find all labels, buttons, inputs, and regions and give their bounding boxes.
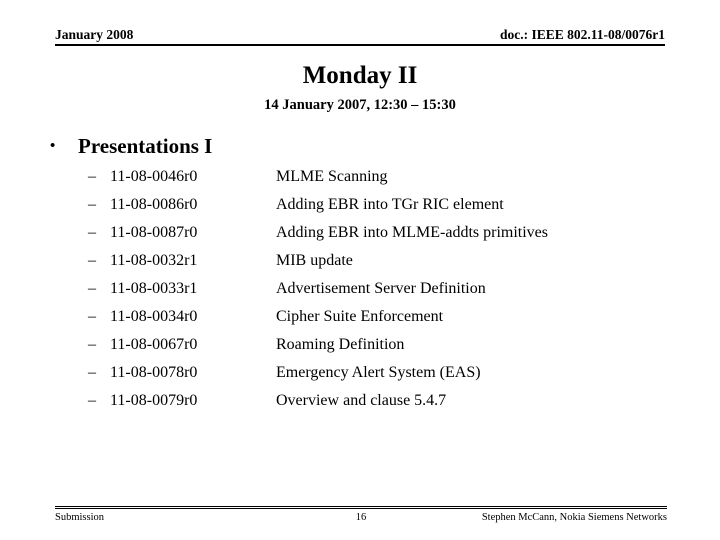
presentation-list: – 11-08-0046r0 MLME Scanning – 11-08-008… (88, 169, 720, 421)
list-item: – 11-08-0032r1 MIB update (88, 253, 720, 281)
bullet-point-icon: • (50, 138, 56, 154)
document-number: 11-08-0033r1 (110, 280, 198, 298)
document-title: Emergency Alert System (EAS) (276, 364, 481, 382)
list-item: – 11-08-0087r0 Adding EBR into MLME-addt… (88, 225, 720, 253)
list-item: – 11-08-0086r0 Adding EBR into TGr RIC e… (88, 197, 720, 225)
document-number: 11-08-0078r0 (110, 364, 198, 382)
document-title: Adding EBR into TGr RIC element (276, 196, 504, 214)
document-title: Overview and clause 5.4.7 (276, 392, 447, 410)
list-item: – 11-08-0033r1 Advertisement Server Defi… (88, 281, 720, 309)
document-title: MLME Scanning (276, 168, 388, 186)
dash-icon: – (88, 364, 96, 382)
document-number: 11-08-0046r0 (110, 168, 198, 186)
dash-icon: – (88, 252, 96, 270)
document-title: MIB update (276, 252, 353, 270)
dash-icon: – (88, 392, 96, 410)
session-timing: 14 January 2007, 12:30 – 15:30 (264, 96, 456, 113)
list-item: – 11-08-0067r0 Roaming Definition (88, 337, 720, 365)
slide-body: • Presentations I – 11-08-0046r0 MLME Sc… (0, 134, 720, 421)
document-title: Cipher Suite Enforcement (276, 308, 444, 326)
list-item: – 11-08-0034r0 Cipher Suite Enforcement (88, 309, 720, 337)
dash-icon: – (88, 168, 96, 186)
dash-icon: – (88, 280, 96, 298)
document-number: 11-08-0079r0 (110, 392, 198, 410)
dash-icon: – (88, 224, 96, 242)
dash-icon: – (88, 196, 96, 214)
footer-author: Stephen McCann, Nokia Siemens Networks (481, 512, 667, 523)
list-item: – 11-08-0046r0 MLME Scanning (88, 169, 720, 197)
footer-row: Submission 16 Stephen McCann, Nokia Siem… (55, 512, 667, 526)
header-date: January 2008 (55, 27, 134, 42)
document-number: 11-08-0086r0 (110, 196, 198, 214)
document-title: Roaming Definition (276, 336, 405, 354)
list-item: – 11-08-0078r0 Emergency Alert System (E… (88, 365, 720, 393)
document-number: 11-08-0032r1 (110, 252, 198, 270)
header-doc-ref: doc.: IEEE 802.11-08/0076r1 (499, 27, 665, 42)
document-number: 11-08-0087r0 (110, 224, 198, 242)
slide-header: January 2008 doc.: IEEE 802.11-08/0076r1 (55, 27, 665, 47)
title-block: Monday II 14 January 2007, 12:30 – 15:30 (0, 62, 720, 113)
slide-footer: Submission 16 Stephen McCann, Nokia Siem… (55, 506, 667, 526)
bullet-presentations: • Presentations I (50, 134, 720, 158)
bullet-label: Presentations I (78, 134, 213, 158)
list-item: – 11-08-0079r0 Overview and clause 5.4.7 (88, 393, 720, 421)
dash-icon: – (88, 308, 96, 326)
document-title: Adding EBR into MLME-addts primitives (276, 224, 548, 242)
page-title: Monday II (302, 62, 418, 89)
dash-icon: – (88, 336, 96, 354)
document-number: 11-08-0034r0 (110, 308, 198, 326)
document-title: Advertisement Server Definition (276, 280, 486, 298)
document-number: 11-08-0067r0 (110, 336, 198, 354)
